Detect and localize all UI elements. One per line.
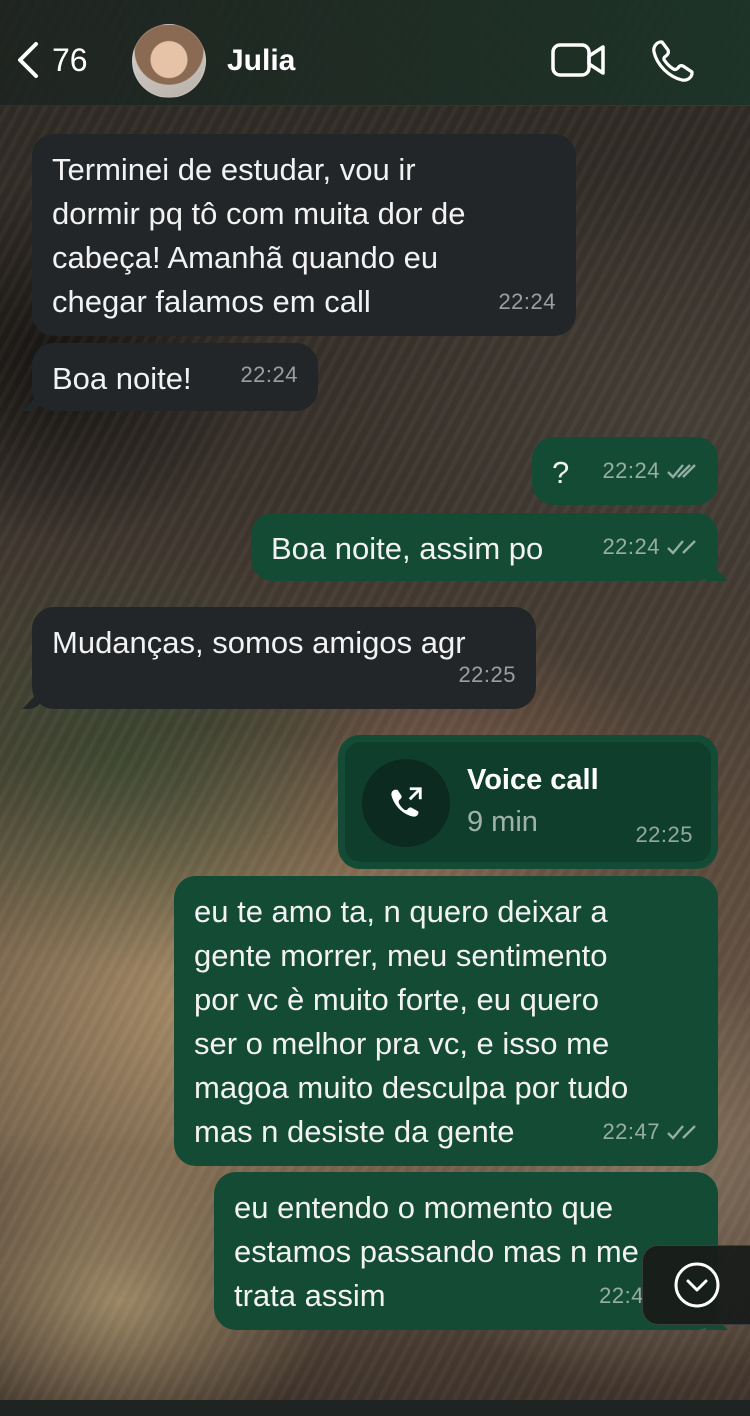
chevron-down-icon <box>674 1262 719 1308</box>
chat-header: 76 Julia <box>0 0 750 106</box>
message-bubble-outgoing[interactable]: ? 22:24 <box>532 437 718 505</box>
message-time: 22:24 <box>240 362 298 387</box>
message-text: Terminei de estudar, vou ir dormir pq tô… <box>52 152 466 319</box>
message-bubble-incoming[interactable]: Boa noite! 22:24 <box>32 343 318 411</box>
message-bubble-incoming[interactable]: Terminei de estudar, vou ir dormir pq tô… <box>32 134 576 336</box>
double-check-icon <box>667 540 696 555</box>
contact-name[interactable]: Julia <box>227 44 295 78</box>
scroll-to-bottom-button[interactable] <box>642 1245 750 1325</box>
message-time: 22:4 <box>599 1283 644 1308</box>
voice-call-bubble[interactable]: Voice call 9 min 22:25 <box>338 735 718 869</box>
message-time: 22:24 <box>602 449 698 493</box>
bottom-bar <box>0 1400 750 1416</box>
double-check-icon <box>667 464 696 479</box>
call-title: Voice call <box>467 764 599 796</box>
contact-avatar[interactable] <box>132 24 206 98</box>
message-bubble-outgoing[interactable]: eu te amo ta, n quero deixar a gente mor… <box>174 876 718 1166</box>
call-icon-circle <box>362 759 450 847</box>
message-time: 22:24 <box>602 525 698 569</box>
message-time: 22:24 <box>498 289 556 314</box>
message-bubble-outgoing[interactable]: Boa noite, assim po 22:24 <box>251 513 718 581</box>
call-duration: 9 min <box>467 806 538 838</box>
message-bubble-incoming[interactable]: Mudanças, somos amigos agr 22:25 <box>32 607 536 709</box>
phone-icon[interactable] <box>650 38 696 84</box>
unread-count: 76 <box>52 41 88 78</box>
message-time: 22:47 <box>602 1110 698 1154</box>
double-check-icon <box>667 1125 696 1140</box>
chevron-left-icon <box>18 42 38 78</box>
call-time: 22:25 <box>635 822 693 847</box>
voice-call-card: Voice call 9 min 22:25 <box>345 742 711 862</box>
back-button[interactable]: 76 <box>14 38 88 82</box>
message-time: 22:25 <box>458 662 516 687</box>
outgoing-call-icon <box>391 787 422 817</box>
message-text: Mudanças, somos amigos agr <box>52 625 466 660</box>
video-camera-icon[interactable] <box>550 40 606 80</box>
